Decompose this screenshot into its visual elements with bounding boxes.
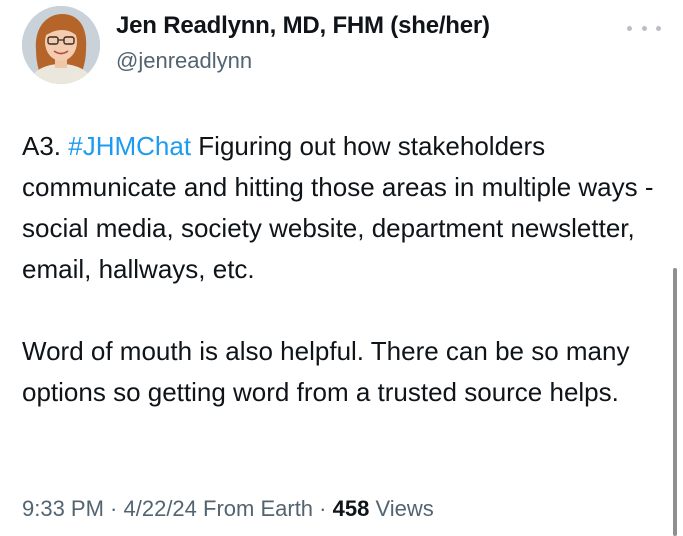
tweet-text: A3. #JHMChat Figuring out how stakeholde… — [22, 126, 672, 413]
tweet-paragraph-2: Word of mouth is also helpful. There can… — [22, 336, 630, 407]
scrollbar[interactable] — [673, 268, 677, 536]
views-count: 458 — [332, 496, 370, 521]
dot — [627, 25, 632, 31]
tweet-card: Jen Readlynn, MD, FHM (she/her) @jenread… — [0, 0, 683, 536]
tweet-time[interactable]: 9:33 PM — [22, 496, 104, 521]
answer-prefix: A3. — [22, 131, 69, 161]
more-dots-icon[interactable] — [627, 20, 661, 36]
dot — [656, 25, 661, 31]
meta-separator: · — [313, 496, 333, 521]
meta-separator: · — [103, 496, 124, 521]
avatar[interactable] — [22, 6, 100, 84]
author-name[interactable]: Jen Readlynn, MD, FHM (she/her) — [116, 12, 490, 40]
tweet-source: From Earth — [196, 496, 314, 521]
profile-photo — [22, 6, 100, 84]
dot — [641, 25, 647, 31]
tweet-meta: 9:33 PM · 4/22/24 From Earth · 458 Views — [22, 496, 434, 522]
tweet-paragraph-1: A3. #JHMChat Figuring out how stakeholde… — [22, 126, 672, 290]
views-label: Views — [369, 496, 434, 521]
author-handle[interactable]: @jenreadlynn — [116, 48, 252, 74]
hashtag-link[interactable]: #JHMChat — [68, 131, 191, 161]
tweet-date[interactable]: 4/22/24 — [124, 496, 197, 521]
